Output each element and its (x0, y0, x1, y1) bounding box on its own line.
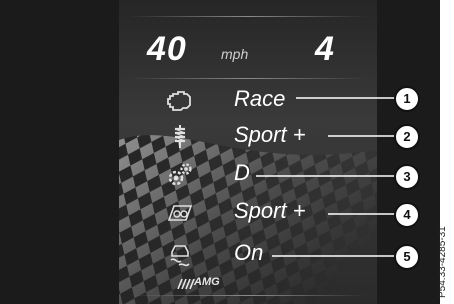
instrument-cluster-display: 40 mph 4 Race Sport + D Sport + On AMG (0, 0, 440, 304)
top-divider (129, 16, 367, 17)
upper-divider (129, 78, 367, 79)
drive-row-esp: On (119, 238, 377, 272)
drive-row-engine: Race (119, 84, 377, 118)
suspension-spring-icon (166, 124, 194, 150)
speed-gear-row: 40 mph 4 (119, 30, 377, 70)
callout-badge-2: 2 (394, 124, 420, 150)
callout-badge-4: 4 (394, 202, 420, 228)
speed-value: 40 (147, 30, 187, 68)
drive-row-suspension: Sport + (119, 120, 377, 154)
chassis-mode-label: Sport + (234, 198, 306, 223)
chassis-icon (166, 200, 194, 226)
callout-badge-3: 3 (394, 164, 420, 190)
speed-unit: mph (221, 46, 249, 62)
transmission-mode-label: D (234, 160, 250, 185)
suspension-mode-label: Sport + (234, 122, 306, 147)
amg-stripes-icon (177, 279, 195, 289)
bottom-divider (129, 295, 367, 296)
esp-skid-icon (166, 242, 194, 268)
engine-mode-label: Race (234, 86, 286, 111)
esp-mode-label: On (234, 240, 264, 265)
engine-icon (166, 88, 194, 114)
callout-badge-1: 1 (394, 86, 420, 112)
callout-badge-5: 5 (394, 244, 420, 270)
drive-program-panel: 40 mph 4 Race Sport + D Sport + On (119, 0, 377, 304)
drive-row-chassis: Sport + (119, 196, 377, 230)
reference-code: P54.33-4285-31 (437, 226, 448, 298)
transmission-gears-icon (166, 162, 194, 188)
gear-indicator: 4 (315, 30, 334, 68)
amg-logo: AMG (194, 276, 220, 288)
drive-row-transmission: D (119, 158, 377, 192)
